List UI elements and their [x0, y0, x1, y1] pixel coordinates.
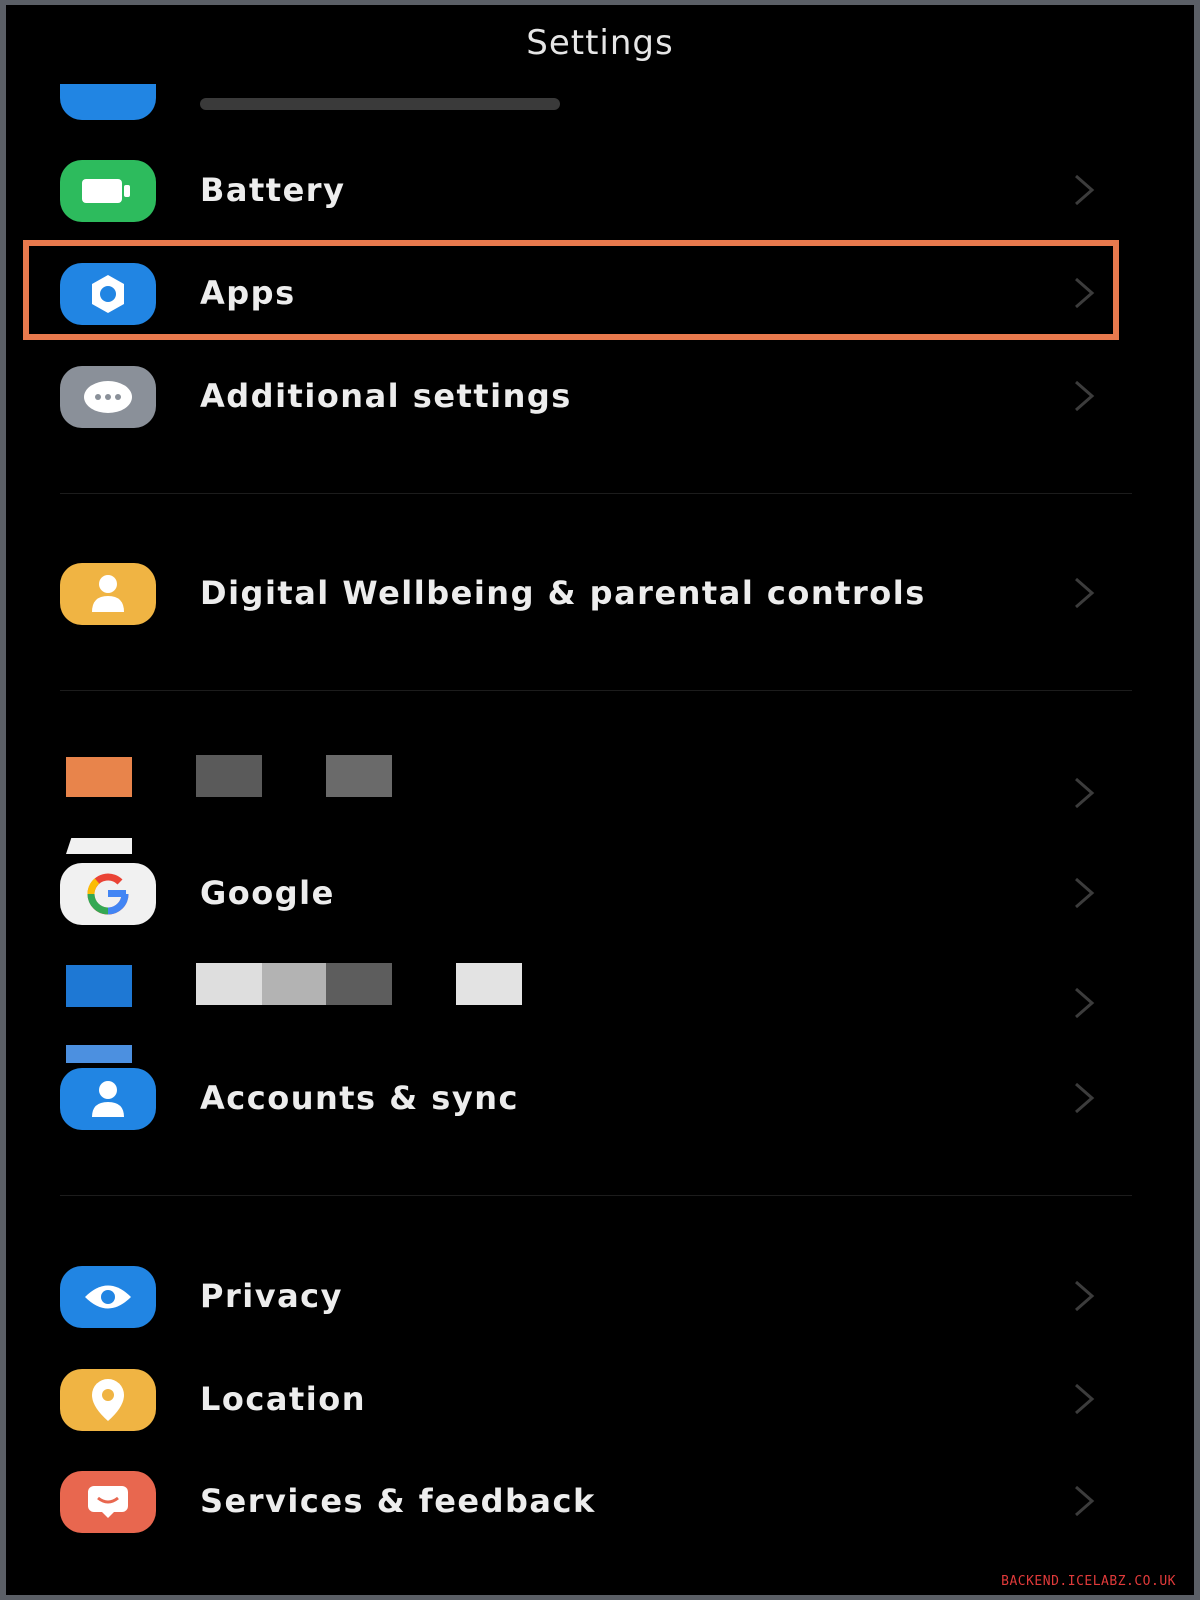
redacted-icon	[66, 965, 132, 1007]
settings-item-privacy[interactable]: Privacy	[6, 1251, 1194, 1341]
more-dots-icon	[60, 366, 156, 428]
settings-item-label: Additional settings	[200, 377, 572, 415]
battery-icon	[60, 160, 156, 222]
settings-item-google[interactable]: Google	[6, 838, 1194, 938]
settings-item-redacted[interactable]	[6, 745, 1194, 835]
settings-item-label: Location	[200, 1380, 366, 1418]
redacted-label-block	[326, 755, 392, 797]
chevron-right-icon	[1075, 1383, 1095, 1415]
settings-item-battery[interactable]: Battery	[6, 145, 1194, 235]
chevron-right-icon	[1075, 987, 1095, 1019]
watermark: BACKEND.ICELABZ.CO.UK	[1001, 1574, 1176, 1589]
settings-item-label: Privacy	[200, 1277, 343, 1315]
google-g-icon	[60, 863, 156, 925]
settings-item-location[interactable]: Location	[6, 1354, 1194, 1444]
settings-item-label: Google	[200, 874, 335, 912]
settings-item-privacy-protection[interactable]	[6, 58, 1194, 148]
eye-icon	[60, 1266, 156, 1328]
section-divider	[60, 493, 1132, 494]
redacted-fragment	[66, 1045, 132, 1063]
settings-item-services-feedback[interactable]: Services & feedback	[6, 1456, 1194, 1546]
settings-item-accounts-sync[interactable]: Accounts & sync	[6, 1045, 1194, 1143]
chevron-right-icon	[1075, 577, 1095, 609]
person-icon	[60, 563, 156, 625]
redacted-label-block	[196, 963, 262, 1005]
chevron-right-icon	[1075, 877, 1095, 909]
page-title: Settings	[526, 23, 674, 63]
shield-icon	[60, 84, 156, 120]
settings-item-label: Battery	[200, 171, 346, 209]
chevron-right-icon	[1075, 380, 1095, 412]
redacted-label-block	[196, 755, 262, 797]
chevron-right-icon	[1075, 174, 1095, 206]
settings-item-additional-settings[interactable]: Additional settings	[6, 351, 1194, 441]
highlight-box	[23, 240, 1119, 340]
chevron-right-icon	[1075, 1485, 1095, 1517]
redacted-label-block	[326, 963, 392, 1005]
message-icon	[60, 1471, 156, 1533]
settings-item-digital-wellbeing[interactable]: Digital Wellbeing & parental controls	[6, 548, 1194, 638]
redacted-icon	[66, 757, 132, 797]
redacted-fragment	[66, 838, 132, 854]
section-divider	[60, 1195, 1132, 1196]
redacted-label-block	[262, 963, 326, 1005]
settings-item-label: Accounts & sync	[200, 1079, 519, 1117]
redacted-label-block	[456, 963, 522, 1005]
chevron-right-icon	[1075, 1280, 1095, 1312]
settings-item-redacted[interactable]	[6, 955, 1194, 1045]
cut-off-label	[200, 98, 560, 110]
settings-item-label: Digital Wellbeing & parental controls	[200, 574, 926, 612]
settings-item-label: Services & feedback	[200, 1482, 596, 1520]
account-icon	[60, 1068, 156, 1130]
chevron-right-icon	[1075, 1082, 1095, 1114]
section-divider	[60, 690, 1132, 691]
chevron-right-icon	[1075, 777, 1095, 809]
location-pin-icon	[60, 1369, 156, 1431]
settings-screen: Settings Battery Apps Additional setting…	[6, 5, 1194, 1595]
